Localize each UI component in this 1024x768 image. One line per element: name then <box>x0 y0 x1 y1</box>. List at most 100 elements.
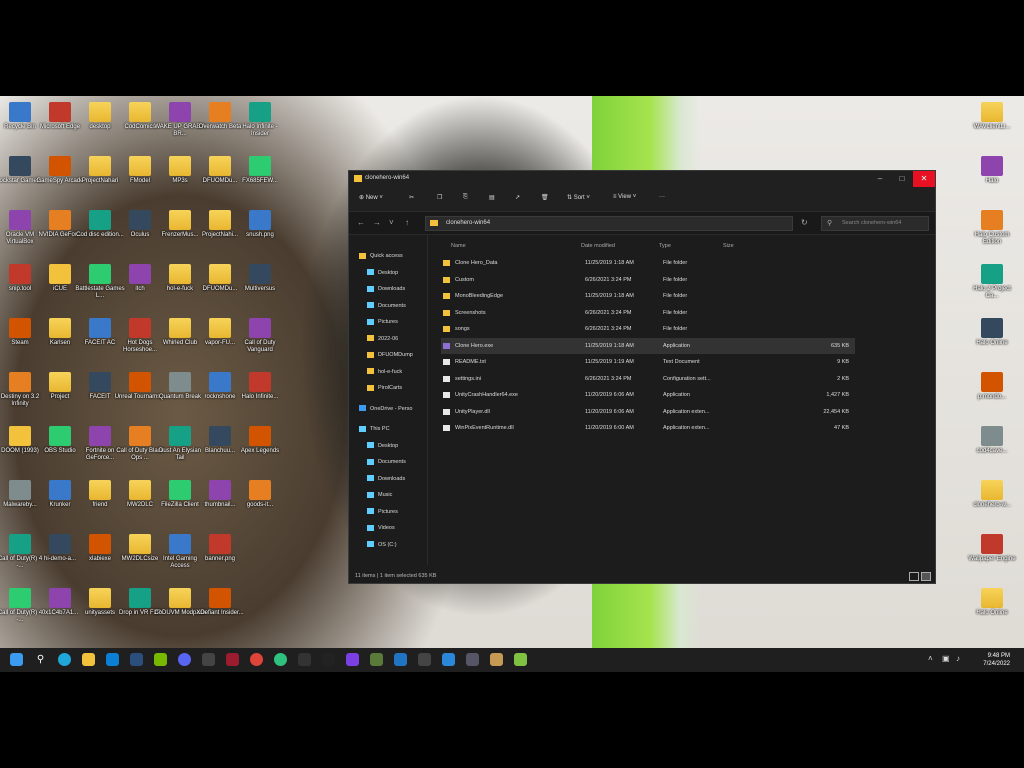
desktop-icon[interactable]: p.mondo... <box>966 372 1018 401</box>
desktop-icon[interactable]: cod4cave... <box>966 426 1018 455</box>
nav-item[interactable]: Pictures <box>367 315 437 329</box>
desktop-icon[interactable]: Apex Legends <box>234 426 286 455</box>
file-explorer-icon[interactable] <box>82 653 95 666</box>
desktop-icon[interactable]: Halo <box>966 156 1018 185</box>
desktop-icon[interactable]: Call of Duty Vanguard <box>234 318 286 354</box>
settings-icon[interactable] <box>442 653 455 666</box>
start-icon[interactable] <box>10 653 23 666</box>
cut-icon[interactable]: ✂ <box>409 194 414 201</box>
nav-onedrive[interactable]: OneDrive - Perso <box>359 402 429 416</box>
up-icon[interactable]: ↑ <box>405 218 409 227</box>
delete-icon[interactable]: 🗑 <box>541 194 549 201</box>
icue-icon[interactable] <box>202 653 215 666</box>
nav-item[interactable]: DFUOMDump <box>367 348 437 362</box>
network-icon[interactable]: ▣ <box>942 654 950 663</box>
nav-item[interactable]: 2022-06 <box>367 332 437 346</box>
chrome-icon[interactable] <box>250 653 263 666</box>
file-row[interactable]: Custom 6/26/2021 3:24 PM File folder <box>441 272 855 288</box>
tray-chevron-icon[interactable]: ˄ <box>928 654 933 663</box>
file-row[interactable]: MonoBleedingEdge 11/25/2019 1:18 AM File f… <box>441 288 855 304</box>
nav-quick-access[interactable]: Quick access <box>359 249 429 263</box>
desktop-icon[interactable]: Halo Custom Edition <box>966 210 1018 246</box>
file-row[interactable]: settings.ini 6/26/2021 3:24 PM Configurati… <box>441 371 855 387</box>
app-icon[interactable] <box>394 653 407 666</box>
nav-item[interactable]: PirolCarts <box>367 381 437 395</box>
app-icon[interactable] <box>490 653 503 666</box>
desktop-icon[interactable]: FX685FEW... <box>234 156 286 185</box>
forward-icon[interactable]: → <box>373 218 381 227</box>
file-row[interactable]: Clone Hero.exe 11/25/2019 1:18 AM Applicat… <box>441 337 855 354</box>
desktop-icon[interactable]: XDefiant Insider... <box>194 588 246 617</box>
desktop-icon[interactable]: banner.png <box>194 534 246 563</box>
sort-button[interactable]: ⇅ Sort ˅ <box>567 194 590 201</box>
search-icon[interactable]: ⚲ <box>34 653 47 666</box>
nav-item[interactable]: Videos <box>367 521 437 535</box>
app-icon[interactable] <box>274 653 287 666</box>
desktop-icon[interactable]: Halo Infinite - Insider <box>234 102 286 138</box>
desktop-icon[interactable]: Halo 2 Project Ca... <box>966 264 1018 300</box>
nav-item[interactable]: Downloads <box>367 472 437 486</box>
nav-item[interactable]: hol-e-fuck <box>367 365 437 379</box>
refresh-icon[interactable]: ↻ <box>801 218 808 227</box>
desktop-icon[interactable]: snush.png <box>234 210 286 239</box>
app-icon[interactable] <box>226 653 239 666</box>
back-icon[interactable]: ← <box>357 218 365 227</box>
desktop-icon[interactable]: Halo Online <box>966 318 1018 347</box>
recent-chevron-icon[interactable]: ˅ <box>389 218 394 227</box>
file-row[interactable]: songs 6/26/2021 3:24 PM File folder <box>441 321 855 337</box>
file-row[interactable]: UnityCrashHandler64.exe 11/20/2019 6:06 A… <box>441 387 855 403</box>
more-button[interactable]: ··· <box>659 194 665 200</box>
desktop-icon[interactable]: goods-it... <box>234 480 286 509</box>
nav-item[interactable]: Documents <box>367 455 437 469</box>
epic-icon[interactable] <box>298 653 311 666</box>
file-explorer-window[interactable]: clonehero-win64 – □ ✕ ⊕ New ˅ ✂ ❐ ⎘ ▤ ↗ … <box>348 170 936 584</box>
nav-item[interactable]: Pictures <box>367 505 437 519</box>
app-icon[interactable] <box>322 653 335 666</box>
nav-item[interactable]: Desktop <box>367 266 437 280</box>
file-row[interactable]: Screenshots 6/26/2021 3:24 PM File folder <box>441 305 855 321</box>
nav-this-pc[interactable]: This PC <box>359 422 429 436</box>
title-bar[interactable]: clonehero-win64 – □ ✕ <box>349 171 935 187</box>
column-type[interactable]: Type <box>659 243 671 249</box>
close-button[interactable]: ✕ <box>913 171 935 187</box>
file-row[interactable]: UnityPlayer.dll 11/20/2019 6:06 AM Applica… <box>441 404 855 420</box>
terminal-icon[interactable] <box>418 653 431 666</box>
file-row[interactable]: README.txt 11/25/2019 1:19 AM Text Documen… <box>441 354 855 370</box>
desktop-icon[interactable]: Multiversus <box>234 264 286 293</box>
details-view-icon[interactable] <box>909 572 919 581</box>
column-size[interactable]: Size <box>723 243 734 249</box>
app-icon[interactable] <box>370 653 383 666</box>
snipping-tool-icon[interactable] <box>466 653 479 666</box>
rename-icon[interactable]: ▤ <box>489 194 495 201</box>
nvidia-icon[interactable] <box>154 653 167 666</box>
maximize-button[interactable]: □ <box>891 171 913 187</box>
desktop-icon[interactable]: Halo Online <box>966 588 1018 617</box>
desktop-icon[interactable]: Halo Infinite... <box>234 372 286 401</box>
column-name[interactable]: Name <box>451 243 466 249</box>
column-date[interactable]: Date modified <box>581 243 615 249</box>
steam-icon[interactable] <box>130 653 143 666</box>
desktop-icon[interactable]: Wallpaper Engine <box>966 534 1018 563</box>
nav-item[interactable]: Desktop <box>367 439 437 453</box>
copy-icon[interactable]: ❐ <box>437 194 442 201</box>
view-button[interactable]: ≡ View ˅ <box>613 194 636 200</box>
minimize-button[interactable]: – <box>869 171 891 187</box>
nav-item[interactable]: Downloads <box>367 282 437 296</box>
nav-item[interactable]: Documents <box>367 299 437 313</box>
file-row[interactable]: Clone Hero_Data 11/25/2019 1:18 AM File fo… <box>441 255 855 271</box>
share-icon[interactable]: ↗ <box>515 194 520 201</box>
discord-icon[interactable] <box>178 653 191 666</box>
edge-icon[interactable] <box>58 653 71 666</box>
new-button[interactable]: ⊕ New ˅ <box>359 194 383 201</box>
clock[interactable]: 9:48 PM 7/24/2022 <box>983 652 1010 668</box>
nav-item[interactable]: Music <box>367 488 437 502</box>
volume-icon[interactable]: ♪ <box>956 654 960 663</box>
search-input[interactable]: ⚲ Search clonehero-win64 <box>821 216 929 231</box>
nav-item[interactable]: OS (C:) <box>367 538 437 552</box>
tiles-view-icon[interactable] <box>921 572 931 581</box>
address-bar[interactable]: clonehero-win64 <box>425 216 793 231</box>
file-row[interactable]: WinPixEventRuntime.dll 11/20/2019 6:00 AM… <box>441 420 855 436</box>
store-icon[interactable] <box>106 653 119 666</box>
app-icon[interactable] <box>514 653 527 666</box>
desktop-icon[interactable]: WAVclientLi... <box>966 102 1018 131</box>
